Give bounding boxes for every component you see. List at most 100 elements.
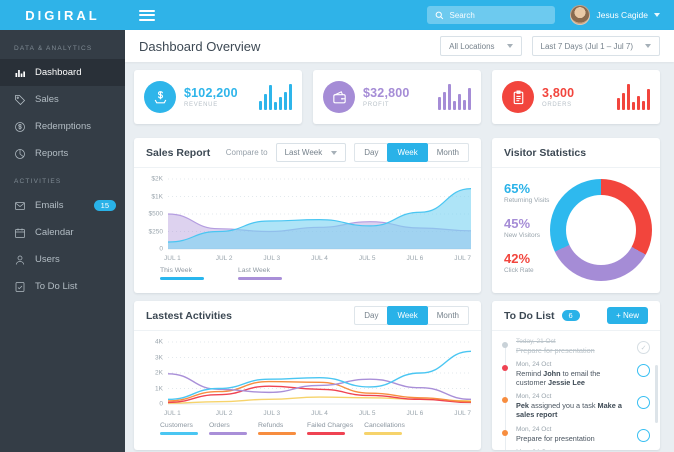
search-input[interactable] bbox=[449, 10, 548, 20]
legend-label: Orders bbox=[209, 422, 230, 429]
x-tick-label: JUL 5 bbox=[358, 410, 376, 417]
todo-status-dot bbox=[502, 429, 508, 436]
stat-sparkline bbox=[617, 84, 650, 110]
todo-check-circle[interactable] bbox=[637, 364, 650, 378]
legend-item-customers: Customers bbox=[160, 422, 198, 435]
compare-to-dropdown[interactable]: Last Week bbox=[275, 143, 347, 162]
new-todo-button[interactable]: + New bbox=[607, 307, 648, 324]
legend-label: Customers bbox=[160, 422, 193, 429]
topbar-main: Jesus Cagide bbox=[125, 0, 674, 30]
activities-range-button-month[interactable]: Month bbox=[426, 306, 469, 325]
hamburger-menu-icon[interactable] bbox=[139, 9, 155, 21]
x-tick-label: JUL 6 bbox=[406, 255, 424, 262]
visitor-statistics-card: Visitor Statistics 65% Returning Visits 45… bbox=[492, 138, 660, 293]
sidebar-item-label: Reports bbox=[35, 148, 69, 159]
spark-bar bbox=[438, 97, 441, 110]
chevron-down-icon bbox=[654, 13, 660, 17]
spark-bar bbox=[453, 100, 456, 110]
sidebar-nav: DATA & ANALYTICS Dashboard Sales Redemption… bbox=[0, 30, 125, 452]
stat-label: ORDERS bbox=[542, 102, 572, 108]
spark-bar bbox=[289, 84, 292, 110]
location-filter-dropdown[interactable]: All Locations bbox=[440, 36, 522, 56]
y-tick-label: $2K bbox=[151, 175, 163, 183]
orders-icon bbox=[502, 81, 534, 113]
spark-bar bbox=[642, 100, 645, 110]
legend-color-bar bbox=[258, 432, 296, 435]
todo-item[interactable]: Mon, 24 Oct Pek assigned you a task Make … bbox=[492, 390, 660, 422]
sidebar-item-to-do-list[interactable]: To Do List bbox=[0, 273, 125, 300]
latest-activities-card: Lastest Activities Day Week Month 4K 3K 2K 1K… bbox=[134, 301, 481, 450]
sidebar-item-redemptions[interactable]: Redemptions bbox=[0, 113, 125, 140]
stat-value: $102,200 bbox=[184, 86, 238, 100]
stat-text: $102,200 REVENUE bbox=[184, 86, 238, 108]
sidebar-item-label: Users bbox=[35, 254, 60, 265]
stat-sparkline bbox=[259, 84, 292, 110]
date-range-dropdown[interactable]: Last 7 Days (Jul 1 – Jul 7) bbox=[531, 36, 660, 56]
sales-report-card: Sales Report Compare to Last Week Day Wee… bbox=[134, 138, 481, 293]
sidebar-item-label: Calendar bbox=[35, 227, 74, 238]
calendar-icon bbox=[14, 227, 26, 239]
legend-color-bar bbox=[209, 432, 247, 435]
spark-bar bbox=[637, 95, 640, 110]
spark-bar bbox=[463, 99, 466, 110]
stat-value: $32,800 bbox=[363, 86, 410, 100]
sales-range-segmented: Day Week Month bbox=[354, 143, 469, 162]
todo-checked-circle[interactable]: ✓ bbox=[637, 341, 650, 354]
sales-range-button-month[interactable]: Month bbox=[426, 143, 469, 162]
todo-item[interactable]: Today, 21 Oct Prepare for presentation ✓ bbox=[492, 335, 660, 358]
activities-range-segmented: Day Week Month bbox=[354, 306, 469, 325]
y-tick-label: 0 bbox=[159, 245, 163, 253]
sales-range-button-day[interactable]: Day bbox=[354, 143, 389, 162]
sidebar-item-reports[interactable]: Reports bbox=[0, 140, 125, 167]
sidebar-item-calendar[interactable]: Calendar bbox=[0, 219, 125, 246]
todo-status-dot bbox=[502, 397, 508, 404]
dashboard-app: DIGIRAL Jesus Cagide DATA & ANALYTICSDas bbox=[0, 0, 674, 452]
sidebar-item-users[interactable]: Users bbox=[0, 246, 125, 273]
sales-y-axis: $2K $1K $500 $250 0 bbox=[142, 174, 168, 253]
user-menu[interactable]: Jesus Cagide bbox=[570, 5, 660, 25]
spark-bar bbox=[279, 97, 282, 110]
sales-area-chart bbox=[168, 178, 471, 250]
todo-item[interactable]: Mon, 24 OctPrepare for presentation bbox=[492, 446, 660, 450]
area-series-this-week bbox=[168, 188, 471, 249]
legend-item-cancellations: Cancellations bbox=[364, 422, 405, 435]
activities-y-axis: 4K 3K 2K 1K 0 bbox=[142, 337, 168, 408]
sidebar-item-label: Sales bbox=[35, 94, 59, 105]
stat-card-revenue: $102,200 REVENUE bbox=[134, 70, 302, 124]
sidebar-section-title: ACTIVITIES bbox=[14, 178, 62, 185]
y-tick-label: $250 bbox=[148, 228, 163, 235]
todo-check-circle[interactable] bbox=[637, 428, 650, 442]
todo-scrollbar[interactable] bbox=[655, 365, 658, 423]
legend-label: This Week bbox=[160, 267, 192, 274]
legend-color-bar bbox=[307, 432, 345, 435]
todo-title: To Do List bbox=[504, 309, 555, 322]
legend-label: Cancellations bbox=[364, 422, 405, 429]
todo-check-circle[interactable] bbox=[637, 396, 650, 410]
spark-bar bbox=[468, 87, 471, 110]
visitor-donut-chart bbox=[550, 179, 652, 281]
spark-bar bbox=[264, 94, 267, 110]
activities-range-button-week[interactable]: Week bbox=[387, 306, 428, 325]
sales-range-button-week[interactable]: Week bbox=[387, 143, 428, 162]
revenue-icon bbox=[144, 81, 176, 113]
chevron-down-icon bbox=[645, 44, 651, 48]
x-tick-label: JUL 2 bbox=[215, 410, 233, 417]
metric-value: 42% bbox=[504, 251, 531, 266]
sidebar-item-sales[interactable]: Sales bbox=[0, 86, 125, 113]
location-filter-value: All Locations bbox=[449, 41, 495, 51]
todo-item[interactable]: Mon, 24 Oct Remind John to email the cust… bbox=[492, 358, 660, 390]
stat-card-profit: $32,800 PROFIT bbox=[313, 70, 481, 124]
legend-color-bar bbox=[160, 432, 198, 435]
sales-legend: This Week Last Week bbox=[134, 262, 481, 280]
line-series-refunds bbox=[168, 380, 471, 403]
compare-to-value: Last Week bbox=[284, 148, 323, 157]
todo-item[interactable]: Mon, 24 OctPrepare for presentation bbox=[492, 423, 660, 446]
activities-range-button-day[interactable]: Day bbox=[354, 306, 389, 325]
spark-bar bbox=[647, 89, 650, 110]
x-tick-label: JUL 3 bbox=[263, 255, 281, 262]
sidebar-item-emails[interactable]: Emails 15 bbox=[0, 192, 125, 219]
sidebar-item-dashboard[interactable]: Dashboard bbox=[0, 59, 125, 86]
search-box[interactable] bbox=[427, 6, 556, 24]
x-tick-label: JUL 4 bbox=[311, 255, 328, 262]
x-tick-label: JUL 1 bbox=[164, 410, 181, 417]
